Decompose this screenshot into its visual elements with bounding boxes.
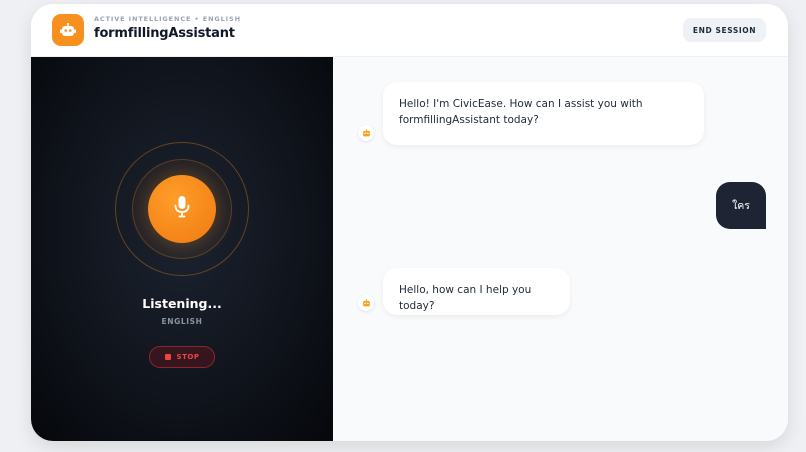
assistant-window: ACTIVE INTELLIGENCE • ENGLISH formfillin… [31,4,788,441]
assistant-avatar [358,125,374,141]
microphone-icon [174,196,190,222]
assistant-message: Hello, how can I help you today? [383,268,570,315]
stop-icon [164,354,171,360]
assistant-avatar [358,295,374,311]
chat-panel: Hello! I'm CivicEase. How can I assist y… [333,57,788,441]
stop-button[interactable]: STOP [149,346,215,368]
header-subtitle: ACTIVE INTELLIGENCE • ENGLISH [94,15,241,23]
user-message: ใคร [716,182,766,229]
listening-status: Listening... [142,296,222,311]
header: ACTIVE INTELLIGENCE • ENGLISH formfillin… [31,4,788,57]
microphone-button[interactable] [148,175,216,243]
language-label: ENGLISH [161,317,203,326]
stop-label: STOP [176,353,200,361]
end-session-button[interactable]: END SESSION [683,18,766,42]
page-title: formfillingAssistant [94,26,235,41]
robot-icon [362,299,370,307]
robot-icon [52,14,84,46]
robot-icon [362,129,370,137]
assistant-message: Hello! I'm CivicEase. How can I assist y… [383,82,704,145]
voice-panel: Listening... ENGLISH STOP [31,57,333,441]
